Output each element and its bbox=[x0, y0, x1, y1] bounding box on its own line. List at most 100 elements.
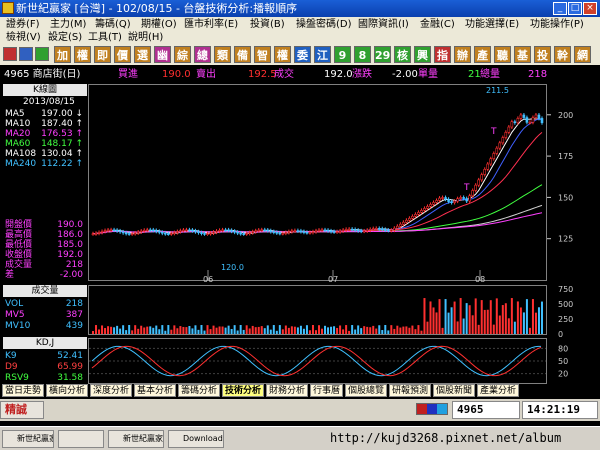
minimize-button[interactable]: _ bbox=[553, 2, 567, 15]
toolbar-button-22[interactable]: 聽 bbox=[494, 46, 511, 63]
toolbar-button-0[interactable]: 加 bbox=[54, 46, 71, 63]
tab-0[interactable]: 當日走勢 bbox=[2, 384, 45, 397]
task-item-3[interactable]: 新世紀贏家 bbox=[108, 430, 164, 448]
tab-3[interactable]: 基本分析 bbox=[134, 384, 177, 397]
volume-bar bbox=[212, 325, 215, 334]
toolbar-button-12[interactable]: 委 bbox=[294, 46, 311, 63]
tab-5[interactable]: 技術分析 bbox=[222, 384, 265, 397]
tab-9[interactable]: 研報預測 bbox=[389, 384, 432, 397]
refresh-icon[interactable] bbox=[35, 47, 49, 61]
volume-bar bbox=[393, 328, 396, 334]
maximize-button[interactable]: □ bbox=[568, 2, 582, 15]
toolbar-button-18[interactable]: 興 bbox=[414, 46, 431, 63]
candle-body bbox=[338, 230, 342, 233]
toolbar-button-4[interactable]: 選 bbox=[134, 46, 151, 63]
menu-options[interactable]: 期權(O) bbox=[141, 18, 177, 31]
legend-value-vol: 218 bbox=[65, 299, 83, 309]
candle-body bbox=[269, 230, 273, 232]
menu-fx-rates[interactable]: 匯市利率(E) bbox=[184, 18, 238, 31]
menu-trading-code[interactable]: 操盤密碼(D) bbox=[296, 18, 352, 31]
menu-chips[interactable]: 籌碼(Q) bbox=[95, 18, 131, 31]
volume-bar bbox=[468, 305, 471, 334]
toolbar-button-24[interactable]: 投 bbox=[534, 46, 551, 63]
candle-body bbox=[278, 232, 282, 235]
k-annotation-t1: T bbox=[463, 183, 470, 193]
volume-bar bbox=[107, 326, 110, 334]
toolbar-button-25[interactable]: 幹 bbox=[554, 46, 571, 63]
stock-name[interactable]: 4965 商店街(日) bbox=[4, 68, 80, 82]
tab-1[interactable]: 橫向分析 bbox=[46, 384, 89, 397]
toolbar-button-3[interactable]: 價 bbox=[114, 46, 131, 63]
candle-body bbox=[480, 174, 484, 181]
menu-help[interactable]: 說明(H) bbox=[128, 31, 163, 44]
toolbar-button-15[interactable]: 8 bbox=[354, 46, 371, 63]
volume-bar bbox=[248, 328, 251, 334]
close-button[interactable]: × bbox=[583, 2, 597, 15]
menu-function-ops[interactable]: 功能操作(P) bbox=[530, 18, 584, 31]
toolbar-button-17[interactable]: 核 bbox=[394, 46, 411, 63]
menu-tools[interactable]: 工具(T) bbox=[88, 31, 122, 44]
volume-bar bbox=[155, 325, 158, 334]
toolbar-button-8[interactable]: 類 bbox=[214, 46, 231, 63]
home-icon[interactable] bbox=[3, 47, 17, 61]
toolbar-button-21[interactable]: 產 bbox=[474, 46, 491, 63]
toolbar-button-2[interactable]: 即 bbox=[94, 46, 111, 63]
candle-body bbox=[106, 229, 110, 232]
menu-securities[interactable]: 證券(F) bbox=[6, 18, 40, 31]
volume-bar bbox=[522, 312, 525, 334]
task-item-4[interactable]: Downloads bbox=[168, 430, 224, 448]
tab-10[interactable]: 個股新聞 bbox=[433, 384, 476, 397]
legend-name-rsv9: RSV9 bbox=[5, 373, 29, 383]
task-item-1[interactable]: 新世紀贏家 bbox=[2, 430, 54, 448]
toolbar-button-10[interactable]: 智 bbox=[254, 46, 271, 63]
menu-settings[interactable]: 設定(S) bbox=[48, 31, 82, 44]
volume-bar bbox=[330, 326, 333, 334]
volume-bar bbox=[137, 328, 140, 334]
candle-body bbox=[341, 229, 345, 232]
volume-bar bbox=[399, 327, 402, 334]
tab-4[interactable]: 籌碼分析 bbox=[178, 384, 221, 397]
toolbar-button-6[interactable]: 綜 bbox=[174, 46, 191, 63]
back-icon[interactable] bbox=[19, 47, 33, 61]
volume-bar bbox=[275, 330, 278, 334]
candle-body bbox=[260, 229, 264, 232]
menu-main-force[interactable]: 主力(M) bbox=[50, 18, 86, 31]
toolbar-button-20[interactable]: 辦 bbox=[454, 46, 471, 63]
toolbar-button-5[interactable]: 幽 bbox=[154, 46, 171, 63]
tab-8[interactable]: 個股總覽 bbox=[345, 384, 388, 397]
volume-bar bbox=[302, 328, 305, 334]
menu-view[interactable]: 檢視(V) bbox=[6, 31, 41, 44]
candle-body bbox=[212, 231, 215, 234]
candle-body bbox=[528, 122, 532, 124]
tab-2[interactable]: 深度分析 bbox=[90, 384, 133, 397]
menu-invest[interactable]: 投資(B) bbox=[250, 18, 285, 31]
chart-area[interactable]: 125 150 175 200 06 07 08 211.5 120.0 T T 0 250 500… bbox=[88, 84, 600, 384]
toolbar-button-1[interactable]: 權 bbox=[74, 46, 91, 63]
toolbar-button-14[interactable]: 9 bbox=[334, 46, 351, 63]
total-vol-value: 218 bbox=[528, 69, 548, 80]
legend-value-d9: 65.99 bbox=[57, 362, 83, 372]
os-taskbar: 新世紀贏家 新世紀贏家 Downloads http://kujd3268.pi… bbox=[0, 426, 600, 450]
candle-body bbox=[287, 231, 291, 233]
menu-function-select[interactable]: 功能選擇(E) bbox=[465, 18, 519, 31]
menu-intl-info[interactable]: 國際資訊(I) bbox=[358, 18, 409, 31]
tab-7[interactable]: 行事曆 bbox=[310, 384, 344, 397]
toolbar-button-9[interactable]: 備 bbox=[234, 46, 251, 63]
toolbar-button-19[interactable]: 指 bbox=[434, 46, 451, 63]
volume-bar bbox=[420, 330, 423, 334]
toolbar-button-7[interactable]: 總 bbox=[194, 46, 211, 63]
task-item-2[interactable] bbox=[58, 430, 104, 448]
tab-11[interactable]: 產業分析 bbox=[477, 384, 520, 397]
status-stock-code[interactable]: 4965 bbox=[452, 401, 520, 419]
tab-6[interactable]: 財務分析 bbox=[266, 384, 309, 397]
volume-bar bbox=[504, 303, 507, 334]
toolbar-button-26[interactable]: 網 bbox=[574, 46, 591, 63]
toolbar-button-11[interactable]: 權 bbox=[274, 46, 291, 63]
candle-body bbox=[411, 215, 414, 219]
volume-bar bbox=[287, 327, 290, 334]
toolbar-button-23[interactable]: 基 bbox=[514, 46, 531, 63]
menu-finance[interactable]: 金融(C) bbox=[420, 18, 455, 31]
toolbar-button-16[interactable]: 29 bbox=[374, 46, 391, 63]
toolbar-button-13[interactable]: 江 bbox=[314, 46, 331, 63]
volume-bar bbox=[513, 321, 516, 334]
